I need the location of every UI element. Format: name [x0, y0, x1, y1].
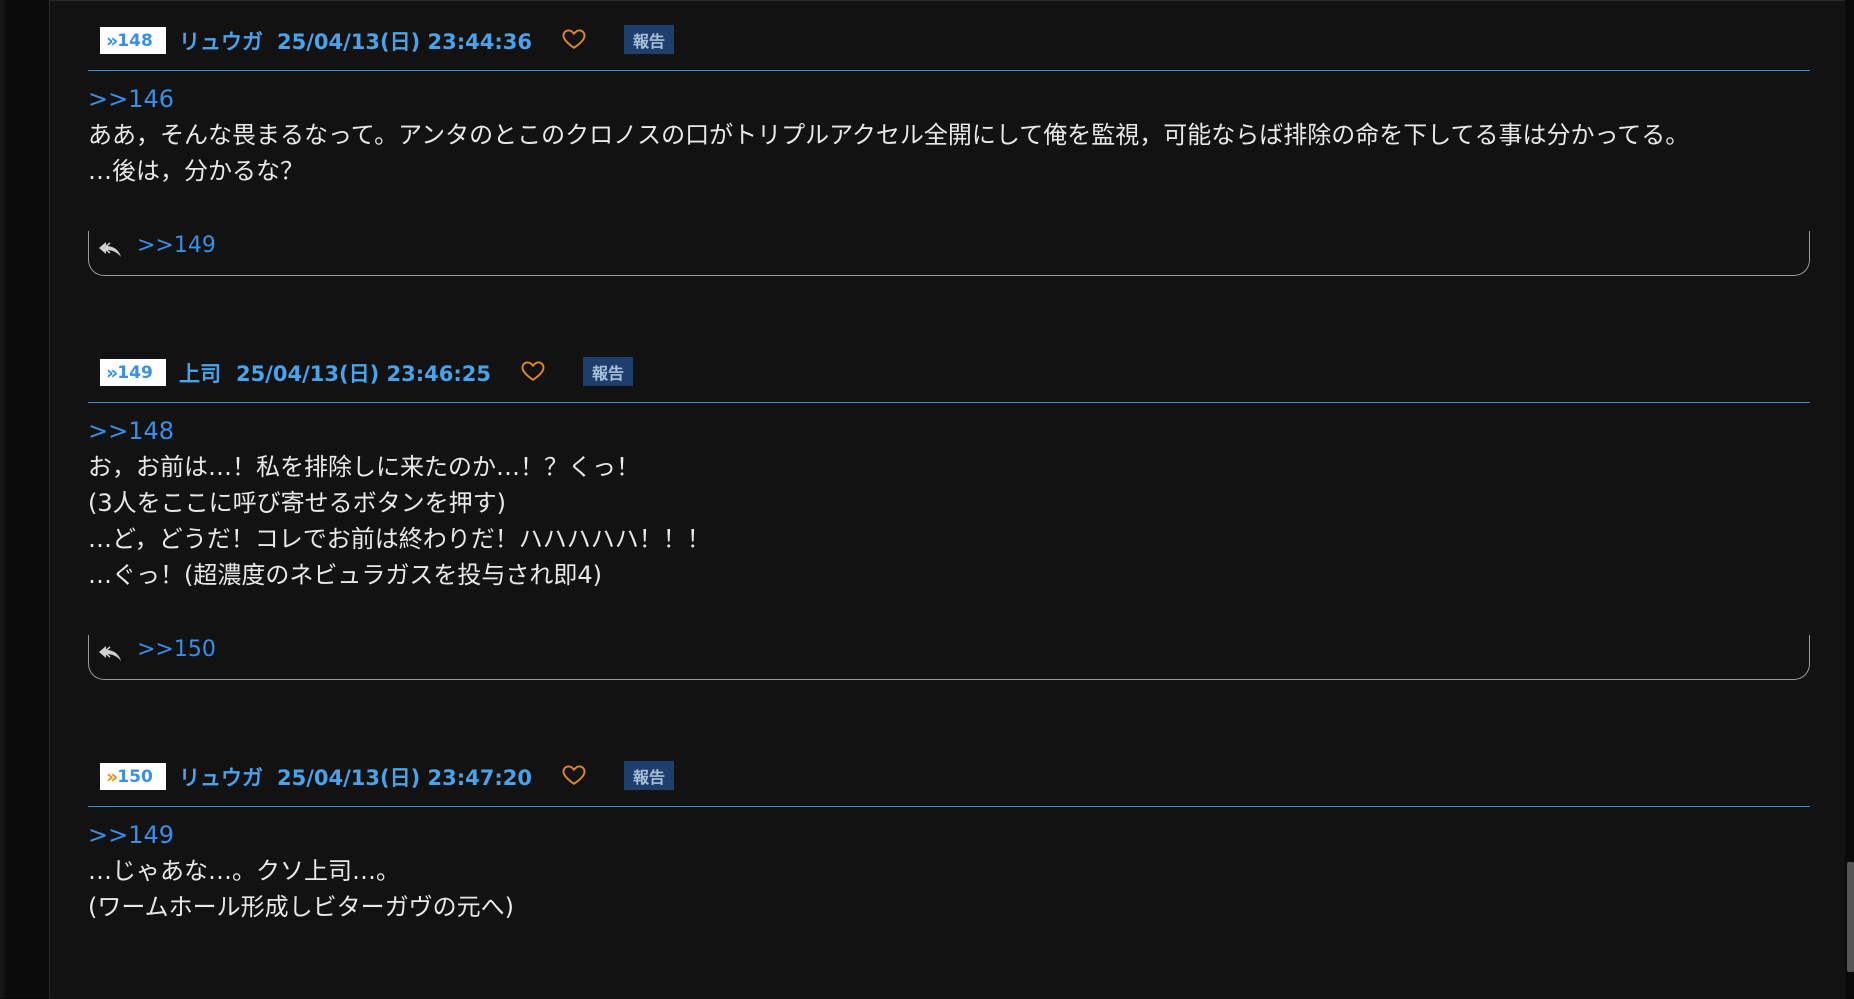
- reply-all-icon: [99, 646, 121, 661]
- post-datetime: 25/04/13(日) 23:47:20: [277, 766, 532, 790]
- post-text-line: …ど，どうだ！コレでお前は終わりだ！ハハハハハ！！！: [88, 525, 711, 553]
- res-number-badge[interactable]: » 148: [100, 27, 166, 54]
- res-number: 148: [117, 30, 153, 51]
- header-divider: [88, 806, 1810, 807]
- post-body: >>149 …じゃあな…。クソ上司…。 (ワームホール形成しビターガヴの元へ): [88, 807, 1810, 925]
- post-header: » 150 リュウガ 25/04/13(日) 23:47:20 報告: [88, 751, 1810, 807]
- post-text-line: ああ，そんな畏まるなって。アンタのとこのクロノスの口がトリプルアクセル全開にして…: [88, 121, 1690, 149]
- reply-link[interactable]: >>150: [137, 637, 216, 662]
- header-divider: [88, 402, 1810, 403]
- post-text-line: …ぐっ！(超濃度のネビュラガスを投与され即4): [88, 561, 602, 589]
- heart-icon[interactable]: [520, 357, 546, 383]
- post-149: » 149 上司 25/04/13(日) 23:46:25 報告 >>148 お…: [88, 347, 1810, 680]
- left-shade: [0, 0, 8, 998]
- author-name[interactable]: リュウガ: [179, 26, 263, 56]
- double-chevron-icon: »: [106, 29, 118, 52]
- author-name[interactable]: リュウガ: [179, 762, 263, 792]
- reply-bar: >>149: [88, 231, 1810, 276]
- post-150: » 150 リュウガ 25/04/13(日) 23:47:20 報告 >>149…: [88, 751, 1810, 925]
- post-datetime: 25/04/13(日) 23:44:36: [277, 30, 532, 54]
- anchor-link[interactable]: >>148: [88, 413, 1810, 449]
- post-body: >>148 お，お前は…！私を排除しに来たのか…！？くっ！ (3人をここに呼び寄…: [88, 403, 1810, 593]
- scrollbar-thumb[interactable]: [1847, 862, 1854, 972]
- post-148: » 148 リュウガ 25/04/13(日) 23:44:36 報告 >>146…: [88, 15, 1810, 276]
- post-text-line: (ワームホール形成しビターガヴの元へ): [88, 893, 515, 921]
- post-text-line: …後は，分かるな？: [88, 157, 304, 185]
- post-datetime: 25/04/13(日) 23:46:25: [236, 362, 491, 386]
- double-chevron-icon: »: [106, 765, 118, 788]
- post-header: » 148 リュウガ 25/04/13(日) 23:44:36 報告: [88, 15, 1810, 71]
- post-header: » 149 上司 25/04/13(日) 23:46:25 報告: [88, 347, 1810, 403]
- double-chevron-icon: »: [106, 361, 118, 384]
- reply-all-icon: [99, 242, 121, 257]
- anchor-link[interactable]: >>149: [88, 817, 1810, 853]
- res-number: 150: [117, 766, 153, 787]
- report-button[interactable]: 報告: [583, 357, 633, 386]
- report-button[interactable]: 報告: [624, 761, 674, 790]
- anchor-link[interactable]: >>146: [88, 81, 1810, 117]
- author-name[interactable]: 上司: [179, 358, 221, 388]
- res-number-badge[interactable]: » 150: [100, 763, 166, 790]
- res-number-badge[interactable]: » 149: [100, 359, 166, 386]
- reply-bar: >>150: [88, 635, 1810, 680]
- post-text-line: お，お前は…！私を排除しに来たのか…！？くっ！: [88, 453, 640, 481]
- post-text-line: (3人をここに呼び寄せるボタンを押す): [88, 489, 506, 517]
- heart-icon[interactable]: [561, 25, 587, 51]
- scrollbar-track[interactable]: [1845, 0, 1854, 998]
- post-text-line: …じゃあな…。クソ上司…。: [88, 857, 400, 885]
- post-body: >>146 ああ，そんな畏まるなって。アンタのとこのクロノスの口がトリプルアクセ…: [88, 71, 1810, 189]
- reply-link[interactable]: >>149: [137, 233, 216, 258]
- res-number: 149: [117, 362, 153, 383]
- heart-icon[interactable]: [561, 761, 587, 787]
- header-divider: [88, 70, 1810, 71]
- report-button[interactable]: 報告: [624, 25, 674, 54]
